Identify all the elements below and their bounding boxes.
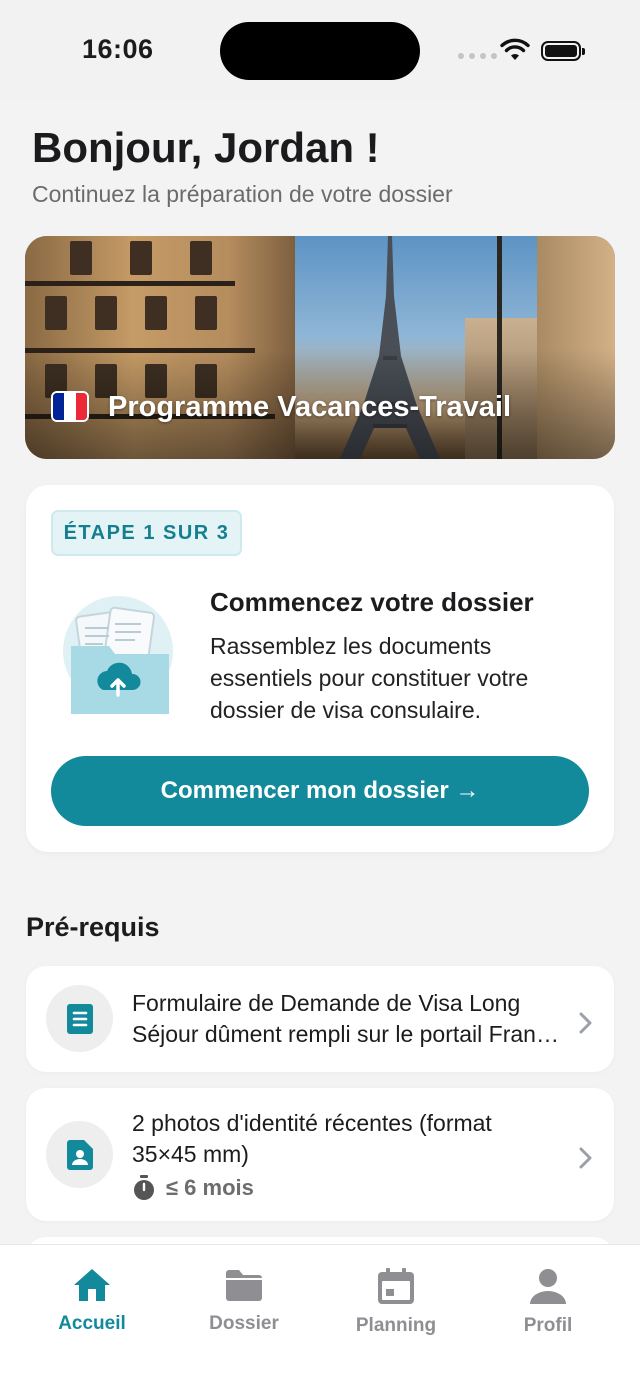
step-badge: ÉTAPE 1 SUR 3 [51, 510, 242, 556]
greeting-title: Bonjour, Jordan ! [32, 124, 380, 171]
validity-indicator: ≤ 6 mois [132, 1172, 562, 1203]
prerequisite-line2: Séjour dûment rempli sur le portail Fran… [132, 1021, 562, 1047]
prerequisite-line1: Formulaire de Demande de Visa Long [132, 990, 521, 1016]
tab-profil[interactable]: Profil [478, 1267, 618, 1337]
tab-planning[interactable]: Planning [326, 1267, 466, 1337]
document-icon [46, 985, 113, 1052]
tab-label: Dossier [209, 1313, 279, 1334]
cellular-signal-icon [458, 53, 497, 59]
program-title: Programme Vacances-Travail [108, 391, 512, 423]
step-description: Rassemblez les documents essentiels pour… [210, 633, 529, 723]
upload-documents-illustration [63, 596, 173, 714]
tab-label: Profil [523, 1315, 573, 1336]
chevron-right-icon [579, 1147, 592, 1169]
id-photo-icon [46, 1121, 113, 1188]
folder-icon [226, 1270, 262, 1301]
person-icon [530, 1269, 566, 1304]
validity-label: ≤ 6 mois [166, 1175, 254, 1200]
program-hero-banner[interactable] [25, 236, 615, 459]
tab-accueil[interactable]: Accueil [22, 1267, 162, 1335]
dynamic-island [220, 22, 420, 80]
tab-label: Planning [355, 1315, 437, 1336]
prerequisite-line1: 2 photos d'identité récentes (format [132, 1110, 492, 1136]
prerequisites-heading: Pré-requis [26, 912, 160, 942]
stopwatch-icon [134, 1174, 154, 1200]
status-bar: 16:06 [0, 0, 640, 100]
tab-dossier[interactable]: Dossier [174, 1267, 314, 1335]
step-title: Commencez votre dossier [210, 587, 534, 617]
chevron-right-icon [579, 1012, 592, 1034]
france-flag-icon [51, 391, 89, 422]
tab-label: Accueil [58, 1313, 126, 1334]
battery-icon [541, 41, 585, 61]
prerequisite-item-visa-form[interactable]: Formulaire de Demande de Visa Long Séjou… [26, 966, 614, 1072]
home-icon [74, 1269, 110, 1301]
prerequisite-line2: 35×45 mm) [132, 1141, 249, 1167]
greeting-subtitle: Continuez la préparation de votre dossie… [32, 181, 453, 207]
start-dossier-button[interactable]: Commencer mon dossier → [51, 756, 589, 826]
status-time: 16:06 [82, 34, 154, 64]
prerequisite-item-id-photos[interactable]: 2 photos d'identité récentes (format 35×… [26, 1088, 614, 1221]
step-card: ÉTAPE 1 SUR 3 Commencez votre dossier Ra… [26, 485, 614, 852]
calendar-icon [378, 1268, 414, 1304]
bottom-tab-bar: Accueil Dossier Planning Profil [0, 1244, 640, 1391]
wifi-icon [500, 38, 530, 60]
